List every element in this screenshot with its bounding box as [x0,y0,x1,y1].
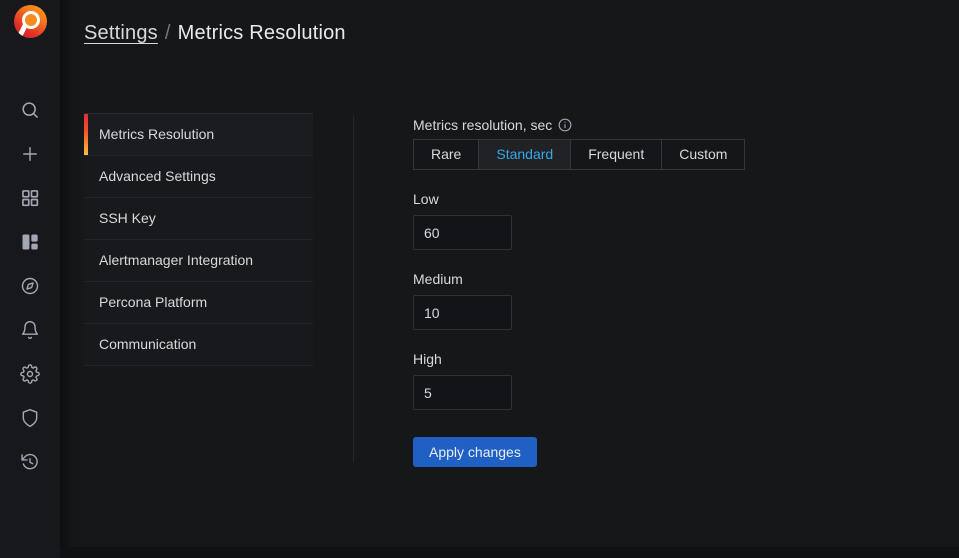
menu-item-ssh-key[interactable]: SSH Key [84,198,313,240]
gear-icon[interactable] [20,364,40,384]
panels-icon[interactable] [20,232,40,252]
percona-logo-bowl [21,11,40,29]
tab-custom[interactable]: Custom [661,140,744,169]
breadcrumb: Settings / Metrics Resolution [84,22,346,45]
sidebar-nav [20,100,40,472]
apply-changes-button[interactable]: Apply changes [413,437,537,467]
sidebar [0,0,60,558]
shield-icon[interactable] [20,408,40,428]
resolution-label-row: Metrics resolution, sec [413,115,833,135]
tab-rare[interactable]: Rare [414,140,478,169]
sidebar-edge-shadow [60,0,75,547]
settings-menu: Metrics Resolution Advanced Settings SSH… [84,113,313,366]
main-panel: Settings / Metrics Resolution Metrics Reso… [60,0,959,547]
medium-label: Medium [413,271,463,287]
medium-input[interactable] [413,295,512,330]
metrics-resolution-form: Metrics resolution, sec Rare Standard Fr… [413,115,833,467]
tab-frequent[interactable]: Frequent [570,140,661,169]
tab-standard[interactable]: Standard [478,140,571,169]
menu-item-alertmanager-integration[interactable]: Alertmanager Integration [84,240,313,282]
percona-logo[interactable] [13,5,47,38]
medium-field-group: Medium [413,269,833,330]
low-label: Low [413,191,439,207]
plus-icon[interactable] [20,144,40,164]
low-input[interactable] [413,215,512,250]
search-icon[interactable] [20,100,40,120]
history-icon[interactable] [20,452,40,472]
high-field-group: High [413,349,833,410]
menu-item-communication[interactable]: Communication [84,324,313,366]
low-field-group: Low [413,189,833,250]
breadcrumb-separator: / [164,22,171,44]
apps-grid-icon[interactable] [20,188,40,208]
vertical-divider [353,115,354,462]
resolution-tab-group: Rare Standard Frequent Custom [413,139,746,170]
compass-icon[interactable] [20,276,40,296]
menu-item-percona-platform[interactable]: Percona Platform [84,282,313,324]
menu-item-metrics-resolution[interactable]: Metrics Resolution [84,114,313,156]
breadcrumb-settings-link[interactable]: Settings [84,22,158,44]
high-input[interactable] [413,375,512,410]
resolution-label: Metrics resolution, sec [413,117,553,133]
bell-icon[interactable] [20,320,40,340]
high-label: High [413,351,442,367]
menu-item-advanced-settings[interactable]: Advanced Settings [84,156,313,198]
page-title: Metrics Resolution [177,22,346,44]
pmm-app-window: Settings / Metrics Resolution Metrics Reso… [0,0,959,558]
info-circle-icon[interactable] [558,118,572,132]
